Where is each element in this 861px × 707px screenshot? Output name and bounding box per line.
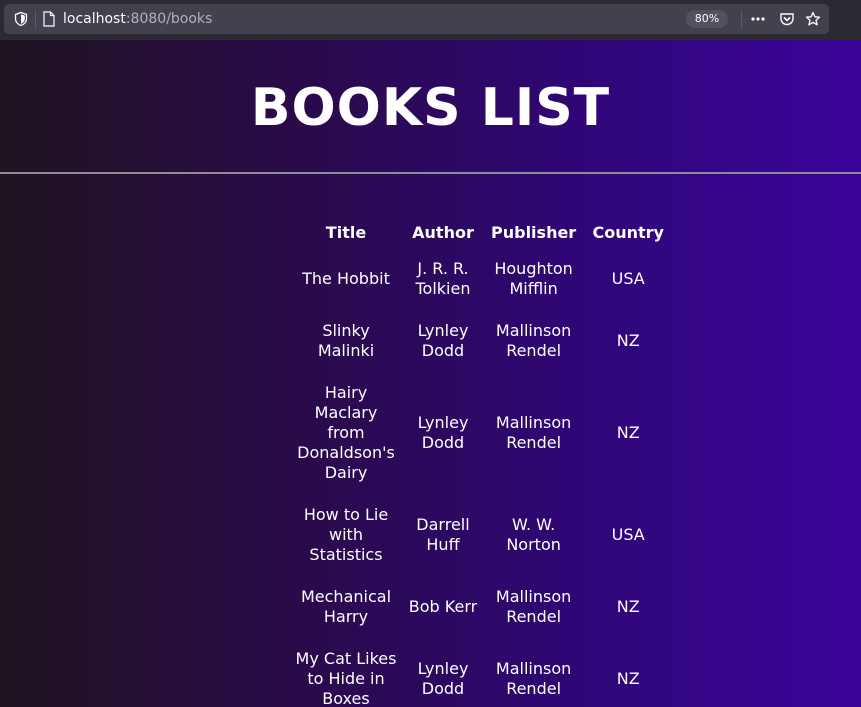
zoom-badge[interactable]: 80% — [686, 10, 728, 28]
more-icon[interactable] — [750, 11, 766, 27]
cell-author: Lynley Dodd — [417, 321, 469, 360]
cell-publisher: W. W. Norton — [506, 515, 561, 554]
cell-title: My Cat Likes to Hide in Boxes — [295, 649, 397, 707]
page-title: BOOKS LIST — [250, 78, 611, 138]
url-text[interactable]: localhost:8080/books — [63, 10, 212, 28]
url-path: :8080/books — [125, 11, 213, 27]
cell-publisher: Mallinson Rendel — [495, 321, 572, 360]
table-row: The Hobbit J. R. R. Tolkien Houghton Mif… — [291, 248, 674, 310]
cell-publisher: Mallinson Rendel — [495, 587, 572, 626]
table-row: Slinky Malinki Lynley Dodd Mallinson Ren… — [291, 310, 674, 372]
cell-title: Slinky Malinki — [317, 321, 375, 360]
table-header-row: Title Author Publisher Country — [291, 218, 674, 248]
page-icon — [43, 11, 55, 27]
cell-country: USA — [611, 269, 645, 288]
shield-icon[interactable] — [13, 11, 29, 27]
cell-title: Mechanical Harry — [300, 587, 392, 626]
page-content: BOOKS LIST Title Author Publisher Countr… — [0, 40, 861, 707]
table-row: Hairy Maclary from Donaldson's Dairy Lyn… — [291, 372, 674, 494]
column-header-author: Author — [412, 223, 474, 242]
cell-country: NZ — [616, 423, 640, 442]
books-table: Title Author Publisher Country The Hobbi… — [291, 218, 674, 707]
cell-author: J. R. R. Tolkien — [415, 259, 471, 298]
cell-country: NZ — [616, 597, 640, 616]
url-bar[interactable]: localhost:8080/books 80% — [4, 4, 829, 34]
column-header-publisher: Publisher — [491, 223, 577, 242]
cell-title: How to Lie with Statistics — [303, 505, 389, 564]
column-header-country: Country — [592, 223, 664, 242]
browser-toolbar: localhost:8080/books 80% — [0, 0, 861, 40]
cell-author: Lynley Dodd — [417, 413, 469, 452]
star-icon[interactable] — [805, 11, 821, 27]
cell-author: Lynley Dodd — [417, 659, 469, 698]
cell-title: Hairy Maclary from Donaldson's Dairy — [297, 383, 395, 482]
cell-publisher: Mallinson Rendel — [495, 659, 572, 698]
url-host: localhost — [63, 11, 126, 27]
table-row: My Cat Likes to Hide in Boxes Lynley Dod… — [291, 638, 674, 707]
cell-author: Darrell Huff — [416, 515, 470, 554]
cell-country: NZ — [616, 331, 640, 350]
cell-author: Bob Kerr — [408, 597, 478, 616]
toolbar-separator — [741, 10, 742, 28]
cell-country: USA — [611, 525, 645, 544]
table-row: Mechanical Harry Bob Kerr Mallinson Rend… — [291, 576, 674, 638]
header-divider — [0, 172, 861, 174]
column-header-title: Title — [325, 223, 367, 242]
pocket-icon[interactable] — [779, 11, 795, 27]
cell-publisher: Mallinson Rendel — [495, 413, 572, 452]
url-separator — [35, 10, 36, 28]
cell-publisher: Houghton Mifflin — [494, 259, 573, 298]
cell-country: NZ — [616, 669, 640, 688]
table-row: How to Lie with Statistics Darrell Huff … — [291, 494, 674, 576]
cell-title: The Hobbit — [302, 269, 390, 288]
